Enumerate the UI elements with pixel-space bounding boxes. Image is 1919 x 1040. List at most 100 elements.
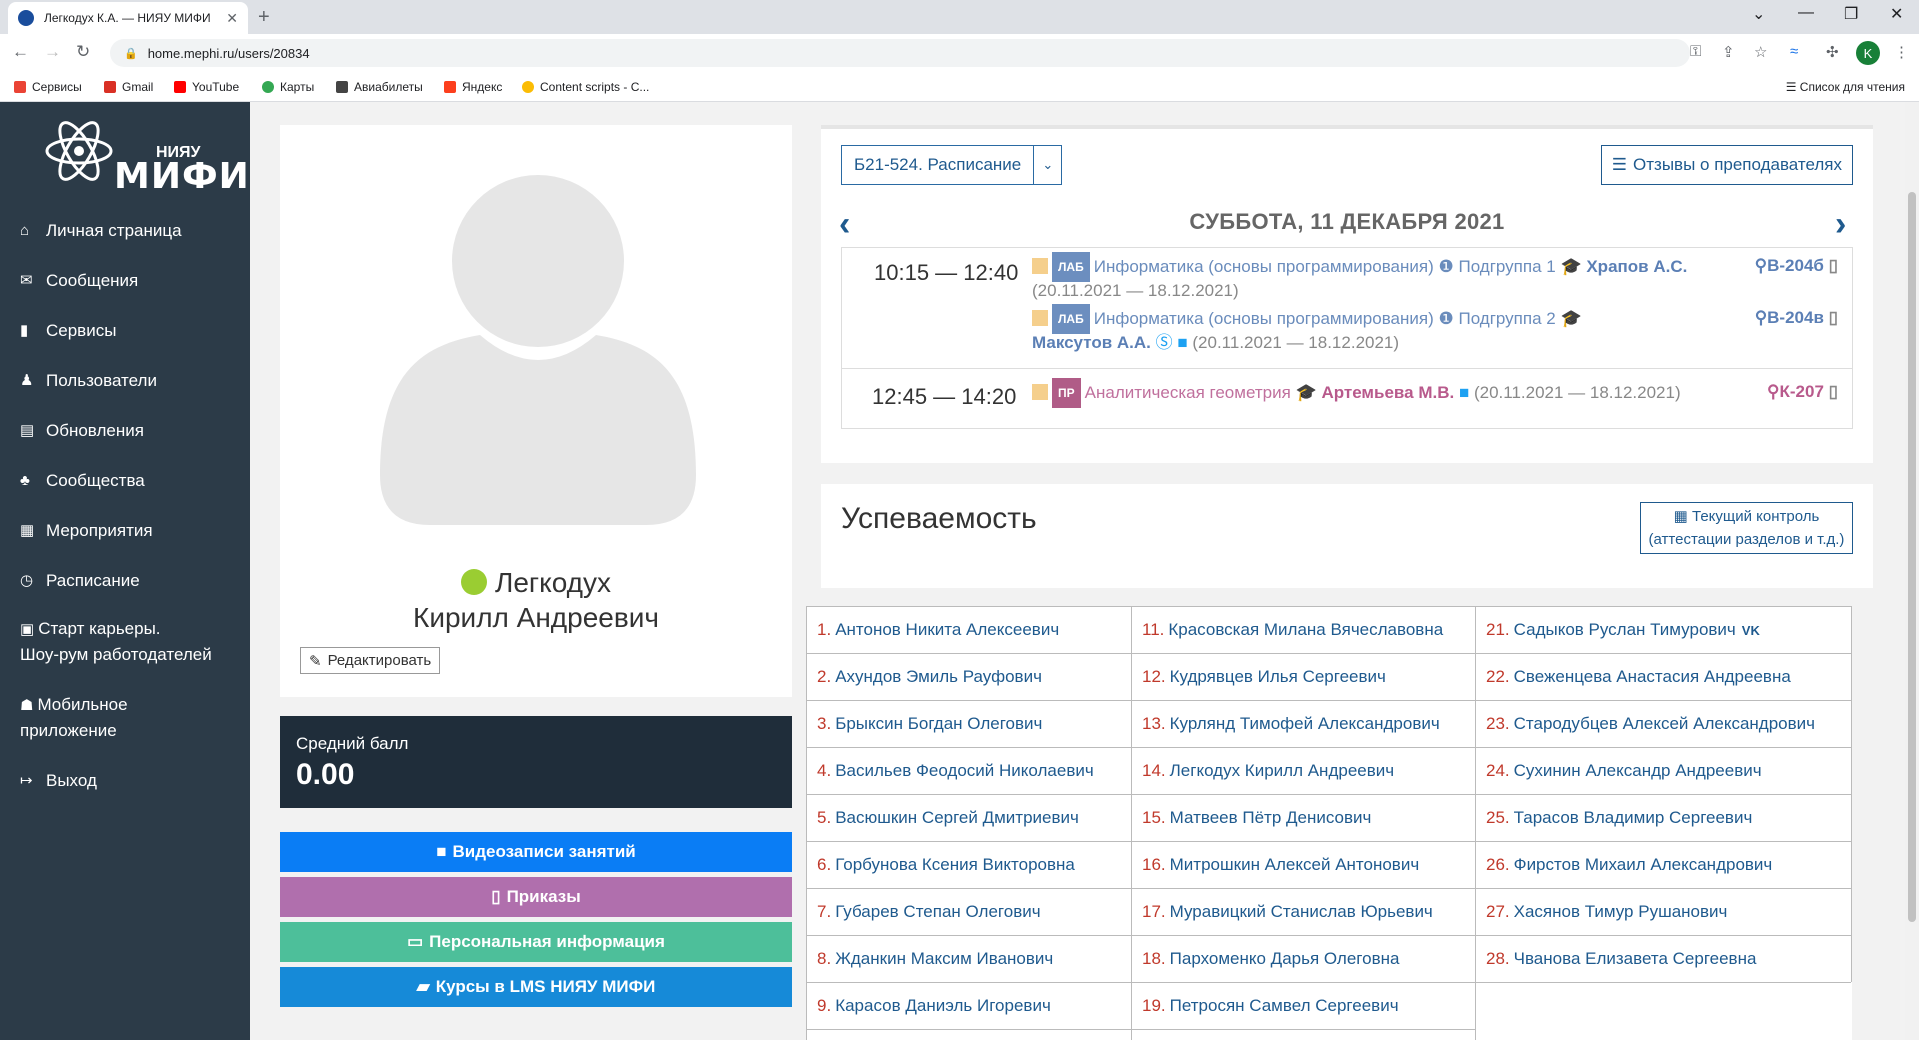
personal-info-button[interactable]: ▭ Персональная информация xyxy=(280,922,792,962)
lesson-2-room[interactable]: ⚲В-204в ▯ xyxy=(1755,308,1838,328)
bookmark-maps[interactable]: Карты xyxy=(262,80,314,94)
page-scrollbar[interactable] xyxy=(1905,102,1919,1040)
lesson-color-marker xyxy=(1032,384,1048,400)
scrollbar-thumb[interactable] xyxy=(1908,192,1916,922)
student-item[interactable]: 3. Брыксин Богдан Олегович xyxy=(807,701,1132,748)
menu-kebab-icon[interactable]: ⋮ xyxy=(1894,43,1909,61)
slot1-time: 10:15 — 12:40 xyxy=(874,260,1019,285)
video-recordings-button[interactable]: ■ Видеозаписи занятий xyxy=(280,832,792,872)
student-item[interactable]: 17. Муравицкий Станислав Юрьевич xyxy=(1132,889,1475,936)
student-item[interactable]: 15. Матвеев Пётр Денисович xyxy=(1132,795,1475,842)
lesson-1-room[interactable]: ⚲В-204б ▯ xyxy=(1755,256,1838,276)
sidebar-item-users[interactable]: ♟ Пользователи xyxy=(20,368,157,393)
student-item[interactable]: 18. Пархоменко Дарья Олеговна xyxy=(1132,936,1475,983)
puzzle-icon[interactable]: ✣ xyxy=(1826,43,1839,61)
user-icon: ♟ xyxy=(20,372,34,389)
student-item[interactable]: 4. Васильев Феодосий Николаевич xyxy=(807,748,1132,795)
student-item[interactable]: 7. Губарев Степан Олегович xyxy=(807,889,1132,936)
sidebar-item-mobile-app[interactable]: ☗ Мобильное приложение xyxy=(20,692,128,743)
star-icon[interactable]: ☆ xyxy=(1754,43,1767,61)
tab-close-icon[interactable]: ✕ xyxy=(226,10,238,27)
url-field[interactable]: 🔒 home.mephi.ru/users/20834 xyxy=(110,39,1690,67)
orders-button[interactable]: ▯ Приказы xyxy=(280,877,792,917)
calendar-icon: ▦ xyxy=(20,522,35,539)
browser-tab[interactable]: Легкодух К.А. — НИЯУ МИФИ ✕ xyxy=(8,2,248,34)
student-item[interactable]: 6. Горбунова Ксения Викторовна xyxy=(807,842,1132,889)
student-item[interactable]: 21. Садыков Руслан Тимурович VK xyxy=(1476,607,1851,654)
sidebar-item-updates[interactable]: ▤ Обновления xyxy=(20,418,144,443)
student-item[interactable]: 11. Красовская Милана Вячеславовна xyxy=(1132,607,1475,654)
lesson-3-room[interactable]: ⚲К-207 ▯ xyxy=(1767,382,1838,402)
bookmark-youtube[interactable]: YouTube xyxy=(174,80,239,94)
teacher-reviews-button[interactable]: ☰ Отзывы о преподавателях xyxy=(1600,145,1853,185)
student-item[interactable]: 26. Фирстов Михаил Александрович xyxy=(1476,842,1851,889)
current-control-button[interactable]: ▦ Текущий контроль (аттестации разделов … xyxy=(1640,502,1853,554)
profile-avatar[interactable]: K xyxy=(1856,41,1880,65)
student-item[interactable]: 19. Петросян Самвел Сергеевич xyxy=(1132,983,1475,1030)
bookmark-content-scripts[interactable]: Content scripts - C... xyxy=(522,80,649,94)
student-item[interactable]: 5. Васюшкин Сергей Дмитриевич xyxy=(807,795,1132,842)
bookmark-avia[interactable]: Авиабилеты xyxy=(336,80,423,94)
lesson-3[interactable]: ПР Аналитическая геометрия 🎓 Артемьева М.… xyxy=(1032,378,1681,408)
group-schedule-select[interactable]: Б21-524. Расписание ⌄ xyxy=(841,145,1063,185)
tab-search-icon[interactable]: ⌄ xyxy=(1752,4,1765,24)
edit-profile-button[interactable]: ✎ Редактировать xyxy=(300,647,441,674)
minimize-icon[interactable]: — xyxy=(1798,4,1814,22)
extension-icon[interactable]: ≈ xyxy=(1790,43,1798,60)
student-item[interactable]: 16. Митрошкин Алексей Антонович xyxy=(1132,842,1475,889)
reload-icon[interactable]: ↻ xyxy=(76,42,90,62)
bookmark-icon: ▮ xyxy=(20,322,29,339)
sidebar-item-messages[interactable]: ✉ Сообщения xyxy=(20,268,138,293)
student-item[interactable]: 13. Курлянд Тимофей Александрович xyxy=(1132,701,1475,748)
schedule-date: СУББОТА, 11 ДЕКАБРЯ 2021 xyxy=(1189,209,1505,234)
sidebar-item-home[interactable]: ⌂ Личная страница xyxy=(20,218,182,243)
forward-icon[interactable]: → xyxy=(44,42,61,62)
student-item[interactable]: 1. Антонов Никита Алексеевич xyxy=(807,607,1132,654)
profile-card: Легкодух Кирилл Андреевич ✎ Редактировать xyxy=(280,125,792,697)
student-item[interactable]: 12. Кудрявцев Илья Сергеевич xyxy=(1132,654,1475,701)
sidebar-item-events[interactable]: ▦ Мероприятия xyxy=(20,518,153,543)
sidebar-item-logout[interactable]: ↦ Выход xyxy=(20,768,97,793)
student-item[interactable]: 22. Свеженцева Анастасия Андреевна xyxy=(1476,654,1851,701)
student-item[interactable]: 9. Карасов Даниэль Игоревич xyxy=(807,983,1132,1030)
bookmark-yandex[interactable]: Яндекс xyxy=(444,80,502,94)
slot2-time: 12:45 — 14:20 xyxy=(872,384,1017,409)
user-full-name: Легкодух Кирилл Андреевич xyxy=(280,565,792,635)
restore-icon[interactable]: ❐ xyxy=(1844,4,1858,24)
bookmark-gmail[interactable]: Gmail xyxy=(104,80,153,94)
mephi-logo[interactable]: НИЯУ МИФИ xyxy=(44,116,249,197)
new-tab-icon[interactable]: + xyxy=(258,6,270,29)
students-column-3: 21. Садыков Руслан Тимурович VK 22. Свеженц… xyxy=(1476,606,1852,983)
student-item[interactable]: 27. Хасянов Тимур Рушанович xyxy=(1476,889,1851,936)
bookmarks-bar: Сервисы Gmail YouTube Карты Авиабилеты Я… xyxy=(0,72,1919,102)
document-icon: ▯ xyxy=(491,887,501,906)
student-item[interactable]: 2. Ахундов Эмиль Рауфович xyxy=(807,654,1132,701)
chevron-down-icon[interactable]: ⌄ xyxy=(1033,146,1061,184)
sidebar-item-services[interactable]: ▮ Сервисы xyxy=(20,318,116,343)
bookmark-services[interactable]: Сервисы xyxy=(14,80,82,94)
lesson-1-teacher: Храпов А.С. xyxy=(1586,257,1688,276)
window-close-icon[interactable]: ✕ xyxy=(1890,4,1903,24)
back-icon[interactable]: ← xyxy=(12,42,29,62)
student-item[interactable]: 14. Легкодух Кирилл Андреевич xyxy=(1132,748,1475,795)
share-icon[interactable]: ⇪ xyxy=(1722,43,1735,61)
android-icon: ☗ xyxy=(20,697,34,714)
key-icon[interactable]: ⚿ xyxy=(1690,43,1701,60)
grid-icon: ▦ xyxy=(1673,508,1693,525)
student-item[interactable]: 25. Тарасов Владимир Сергеевич xyxy=(1476,795,1851,842)
student-item[interactable]: 28. Чванова Елизавета Сергеевна xyxy=(1476,936,1851,983)
average-grade-box: Средний балл 0.00 xyxy=(280,716,792,808)
sidebar-item-schedule[interactable]: ◷ Расписание xyxy=(20,568,140,593)
reading-list[interactable]: ☰ Список для чтения xyxy=(1786,80,1905,94)
student-item[interactable]: 24. Сухинин Александр Андреевич xyxy=(1476,748,1851,795)
vk-icon[interactable]: VK xyxy=(1742,623,1760,638)
lms-courses-button[interactable]: ▰ Курсы в LMS НИЯУ МИФИ xyxy=(280,967,792,1007)
lesson-color-marker xyxy=(1032,258,1048,274)
sidebar-item-career[interactable]: ▣ Старт карьеры. Шоу-рум работодателей xyxy=(20,616,212,667)
student-item[interactable]: 8. Жданкин Максим Иванович xyxy=(807,936,1132,983)
student-item[interactable]: 23. Стародубцев Алексей Александрович xyxy=(1476,701,1851,748)
envelope-icon: ✉ xyxy=(20,272,33,289)
next-day-arrow-icon[interactable]: › xyxy=(1835,205,1846,244)
map-marker-icon: ⚲ xyxy=(1754,308,1768,327)
sidebar-item-communities[interactable]: ♣ Сообщества xyxy=(20,468,145,493)
